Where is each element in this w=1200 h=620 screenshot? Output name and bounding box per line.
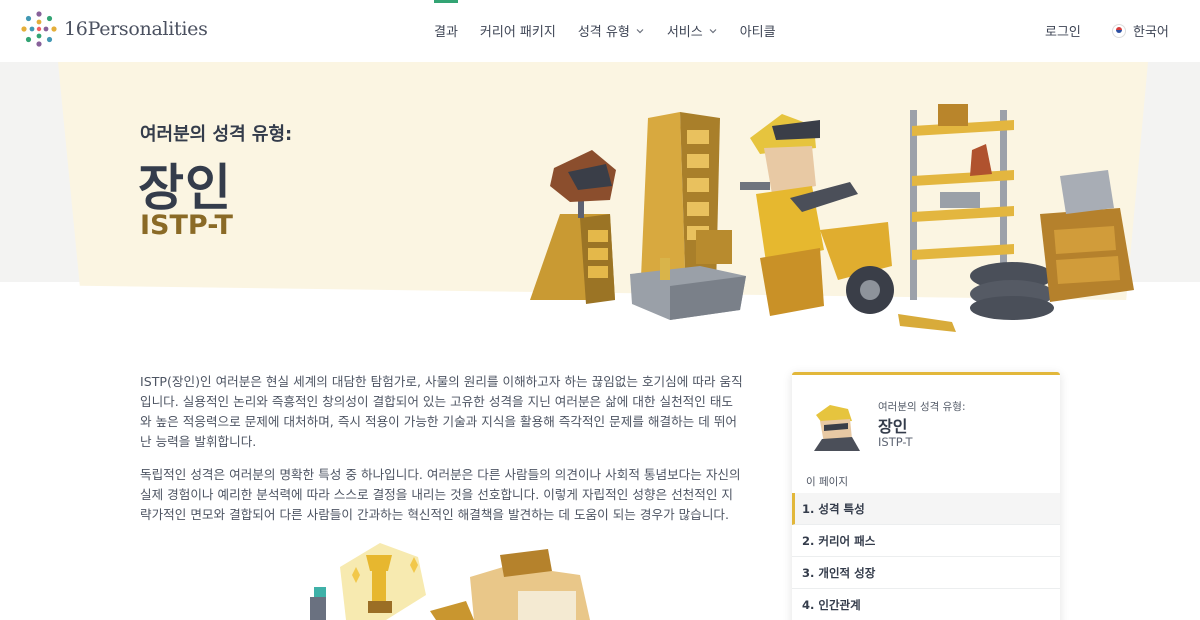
chevron-down-icon: [709, 28, 717, 33]
hero-subtitle: 여러분의 성격 유형:: [140, 124, 293, 145]
top-navigation-bar: 16Personalities 결과 커리어 패키지 성격 유형 서비스 아티클…: [0, 0, 1200, 62]
right-cabinet-icon: [1040, 170, 1134, 302]
on-this-page-label: 이 페이지: [806, 476, 848, 488]
nav-label: 결과: [434, 25, 458, 40]
stacked-tires-icon: [970, 262, 1054, 320]
nav-career-package[interactable]: 커리어 패키지: [480, 21, 556, 40]
table-of-contents: 1. 성격 특성 2. 커리어 패스 3. 개인적 성장 4. 인간관계: [792, 493, 1060, 620]
wrench-icon: [898, 314, 956, 332]
hero-type-code: ISTP-T: [140, 210, 233, 241]
nav-articles[interactable]: 아티클: [740, 21, 776, 40]
toc-item-career-path[interactable]: 2. 커리어 패스: [792, 525, 1060, 557]
intro-paragraph-1: ISTP(장인)인 여러분은 현실 세계의 대담한 탐험가로, 사물의 원리를 …: [140, 374, 743, 449]
language-selector[interactable]: 한국어: [1112, 21, 1169, 40]
nav-label: 서비스: [666, 25, 703, 40]
card-label: 여러분의 성격 유형:: [878, 401, 966, 413]
craftsman-character-icon: [740, 114, 894, 316]
craftsman-avatar-icon: [814, 405, 860, 451]
nav-results[interactable]: 결과: [434, 21, 458, 40]
site-logo[interactable]: 16Personalities: [20, 10, 208, 48]
card-type-code: ISTP-T: [878, 435, 913, 449]
nav-services[interactable]: 서비스: [667, 21, 718, 40]
login-link[interactable]: 로그인: [1045, 21, 1081, 40]
nav-label: 커리어 패키지: [479, 25, 556, 40]
logo-text: 16Personalities: [64, 18, 208, 40]
card-type-name: 장인: [878, 417, 908, 436]
toc-item-relationships[interactable]: 4. 인간관계: [792, 589, 1060, 620]
chevron-down-icon: [636, 28, 644, 33]
logo-dots-icon: [21, 11, 57, 47]
intro-paragraph-2: 독립적인 성격은 여러분의 명확한 특성 중 하나입니다. 여러분은 다른 사람…: [140, 467, 741, 522]
nav-personality-types[interactable]: 성격 유형: [578, 21, 645, 40]
toc-item-personal-growth[interactable]: 3. 개인적 성장: [792, 557, 1060, 589]
nav-label: 성격 유형: [577, 25, 630, 40]
type-summary-card: 여러분의 성격 유형: 장인 ISTP-T 이 페이지 1. 성격 특성 2. …: [792, 372, 1060, 620]
language-label: 한국어: [1133, 25, 1169, 40]
korea-flag-icon: [1112, 23, 1126, 38]
toc-item-personality-traits[interactable]: 1. 성격 특성: [792, 493, 1060, 525]
cabinet-with-helmet-icon: [530, 150, 616, 304]
main-nav: 결과 커리어 패키지 성격 유형 서비스 아티클: [434, 21, 798, 40]
active-nav-indicator: [434, 0, 458, 3]
trophy-and-boxes-illustration: [310, 543, 590, 620]
virtuoso-workshop-illustration: [530, 104, 1134, 332]
nav-label: 아티클: [739, 25, 776, 40]
